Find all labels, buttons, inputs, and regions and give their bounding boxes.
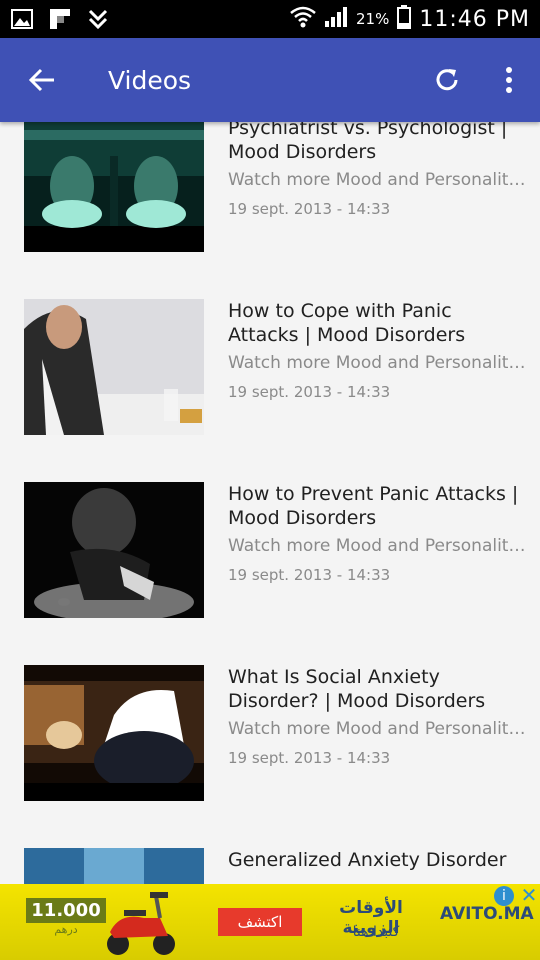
video-item[interactable]: How to Cope with Panic Attacks | Mood Di… xyxy=(0,299,540,435)
ad-close-icon[interactable]: ✕ xyxy=(518,884,540,906)
ad-cta-button[interactable]: اكتشف xyxy=(218,908,302,936)
app-bar: Videos xyxy=(0,38,540,122)
video-date: 19 sept. 2013 - 14:33 xyxy=(228,200,391,218)
video-item[interactable]: Generalized Anxiety Disorder xyxy=(0,848,540,884)
scooter-icon xyxy=(107,892,175,955)
back-button[interactable] xyxy=(0,38,84,122)
flipboard-icon xyxy=(48,7,72,31)
refresh-button[interactable] xyxy=(416,38,478,122)
video-thumbnail[interactable] xyxy=(24,122,204,252)
clock: 11:46 PM xyxy=(419,6,530,32)
overflow-menu-button[interactable] xyxy=(478,38,540,122)
video-title: How to Prevent Panic Attacks | Mood Diso… xyxy=(228,483,519,529)
wifi-icon xyxy=(290,6,316,33)
ad-brand-logo: AVITO.MA xyxy=(440,904,534,924)
video-thumbnail[interactable] xyxy=(24,482,204,618)
video-description: Watch more Mood and Personality Disorder… xyxy=(228,719,528,739)
video-title: Psychiatrist vs. Psychologist | Mood Dis… xyxy=(228,122,508,163)
video-date: 19 sept. 2013 - 14:33 xyxy=(228,566,391,584)
signal-icon xyxy=(324,6,348,33)
gallery-icon xyxy=(10,7,34,31)
video-date: 19 sept. 2013 - 14:33 xyxy=(228,749,391,767)
battery-icon xyxy=(397,4,412,34)
video-thumbnail[interactable] xyxy=(24,848,204,884)
arrow-left-icon xyxy=(28,68,54,92)
battery-percent: 21% xyxy=(356,10,390,28)
video-item[interactable]: What Is Social Anxiety Disorder? | Mood … xyxy=(0,665,540,801)
video-title: What Is Social Anxiety Disorder? | Mood … xyxy=(228,666,486,712)
video-item[interactable]: How to Prevent Panic Attacks | Mood Diso… xyxy=(0,482,540,618)
download-check-icon xyxy=(86,7,110,31)
ad-info-icon[interactable]: i xyxy=(494,886,514,906)
ad-subline: كتبدا هنا xyxy=(352,924,400,940)
status-bar: 21% 11:46 PM xyxy=(0,0,540,38)
ad-price: 11.000 درهم xyxy=(26,898,106,942)
video-description: Watch more Mood and Personality Disorder… xyxy=(228,536,528,556)
refresh-icon xyxy=(436,69,458,91)
page-title: Videos xyxy=(108,65,192,95)
video-description: Watch more Mood and Personality Disorder… xyxy=(228,170,528,190)
video-date: 19 sept. 2013 - 14:33 xyxy=(228,383,391,401)
video-title: Generalized Anxiety Disorder xyxy=(228,849,507,871)
video-description: Watch more Mood and Personality Disorder… xyxy=(228,353,528,373)
video-thumbnail[interactable] xyxy=(24,299,204,435)
video-title: How to Cope with Panic Attacks | Mood Di… xyxy=(228,300,466,346)
video-list[interactable]: Psychiatrist vs. Psychologist | Mood Dis… xyxy=(0,122,540,884)
video-item[interactable]: Psychiatrist vs. Psychologist | Mood Dis… xyxy=(0,122,540,252)
more-vert-icon xyxy=(506,67,512,93)
video-thumbnail[interactable] xyxy=(24,665,204,801)
